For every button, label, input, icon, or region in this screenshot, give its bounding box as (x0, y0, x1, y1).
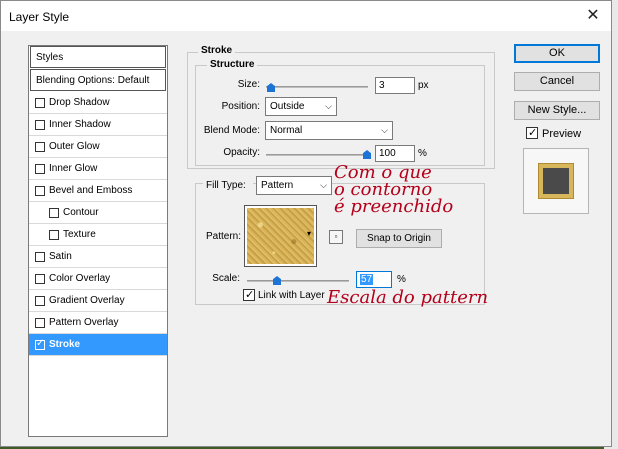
style-item-checkbox[interactable] (49, 208, 59, 218)
style-item-contour[interactable]: Contour (29, 202, 167, 224)
new-style-button[interactable]: New Style... (514, 101, 600, 120)
ok-button[interactable]: OK (514, 44, 600, 63)
pattern-label: Pattern: (205, 231, 241, 242)
new-preset-icon[interactable]: ▫ (329, 230, 343, 244)
style-item-color-overlay[interactable]: Color Overlay (29, 268, 167, 290)
style-item-checkbox[interactable] (35, 142, 45, 152)
style-item-label: Inner Shadow (49, 119, 111, 130)
chevron-down-icon: ⌵ (325, 101, 332, 111)
blending-options-label: Blending Options: Default (36, 75, 150, 86)
position-label: Position: (221, 101, 260, 112)
snap-to-origin-button[interactable]: Snap to Origin (356, 229, 442, 248)
size-input[interactable]: 3 (375, 77, 415, 94)
title-bar[interactable]: Layer Style ✕ (1, 1, 611, 31)
chevron-down-icon: ⌵ (320, 180, 327, 190)
opacity-unit: % (418, 148, 427, 159)
scale-input[interactable]: 57 (356, 271, 392, 288)
style-item-checkbox[interactable] (35, 186, 45, 196)
style-item-label: Drop Shadow (49, 97, 110, 108)
annotation-scale: Escala do pattern (327, 287, 489, 308)
scale-slider-track[interactable] (247, 280, 349, 282)
blend-mode-select[interactable]: Normal ⌵ (265, 121, 393, 140)
cancel-button[interactable]: Cancel (514, 72, 600, 91)
opacity-input[interactable]: 100 (375, 145, 415, 162)
pattern-dropdown-icon[interactable]: ▾ (307, 229, 311, 238)
style-item-checkbox[interactable] (35, 274, 45, 284)
style-item-bevel-and-emboss[interactable]: Bevel and Emboss (29, 180, 167, 202)
style-item-label: Gradient Overlay (49, 295, 125, 306)
style-item-checkbox[interactable] (35, 338, 45, 350)
link-with-layer-label: Link with Layer (258, 290, 325, 301)
annotation-fill-line3: é preenchido (334, 196, 454, 217)
style-item-label: Bevel and Emboss (49, 185, 133, 196)
blend-mode-label: Blend Mode: (203, 125, 260, 136)
opacity-slider-track[interactable] (266, 154, 370, 156)
preview-label: Preview (542, 128, 582, 140)
style-item-label: Inner Glow (49, 163, 98, 174)
style-item-outer-glow[interactable]: Outer Glow (29, 136, 167, 158)
styles-header-label: Styles (36, 52, 64, 63)
style-item-label: Outer Glow (49, 141, 100, 152)
size-unit: px (418, 80, 429, 91)
size-slider-track[interactable] (266, 86, 368, 88)
position-select[interactable]: Outside ⌵ (265, 97, 337, 116)
style-item-label: Texture (63, 229, 96, 240)
chevron-down-icon: ⌵ (381, 125, 388, 135)
style-item-stroke[interactable]: Stroke (29, 334, 167, 356)
style-item-checkbox[interactable] (49, 230, 59, 240)
window-title: Layer Style (9, 10, 70, 24)
style-item-inner-shadow[interactable]: Inner Shadow (29, 114, 167, 136)
style-item-checkbox[interactable] (35, 164, 45, 174)
styles-header[interactable]: Styles (30, 46, 166, 68)
style-item-checkbox[interactable] (35, 120, 45, 130)
style-item-texture[interactable]: Texture (29, 224, 167, 246)
scale-value: 57 (360, 274, 374, 285)
layer-style-dialog: Layer Style ✕ Styles Blending Options: D… (0, 0, 612, 447)
style-list: Styles Blending Options: Default Drop Sh… (28, 45, 168, 437)
style-item-satin[interactable]: Satin (29, 246, 167, 268)
style-item-checkbox[interactable] (35, 296, 45, 306)
scale-label: Scale: (212, 273, 240, 284)
annotation-fill: Com o que o contorno é preenchido (334, 164, 454, 217)
position-value: Outside (270, 101, 305, 112)
style-item-label: Contour (63, 207, 99, 218)
scale-unit: % (397, 274, 406, 285)
blend-mode-value: Normal (270, 125, 303, 136)
style-item-checkbox[interactable] (35, 252, 45, 262)
style-item-label: Satin (49, 251, 72, 262)
size-label: Size: (237, 79, 260, 90)
stroke-title: Stroke (198, 45, 236, 56)
style-item-label: Stroke (49, 339, 81, 350)
preview-thumbnail (539, 164, 573, 198)
fill-type-select[interactable]: Pattern ⌵ (256, 176, 332, 195)
style-item-checkbox[interactable] (35, 98, 45, 108)
preview-checkbox[interactable] (526, 126, 538, 139)
link-with-layer-checkbox[interactable] (243, 288, 255, 301)
style-item-label: Color Overlay (49, 273, 111, 284)
style-preview (523, 148, 589, 214)
fill-type-label: Fill Type: (203, 180, 253, 191)
style-item-checkbox[interactable] (35, 318, 45, 328)
style-item-label: Pattern Overlay (49, 317, 119, 328)
structure-title: Structure (207, 59, 258, 70)
opacity-label: Opacity: (223, 147, 260, 158)
blending-options[interactable]: Blending Options: Default (30, 69, 166, 91)
close-icon[interactable]: ✕ (585, 8, 601, 24)
style-item-pattern-overlay[interactable]: Pattern Overlay (29, 312, 167, 334)
style-item-inner-glow[interactable]: Inner Glow (29, 158, 167, 180)
fill-type-value: Pattern (261, 180, 294, 191)
gold-pattern-swatch (247, 208, 314, 264)
style-item-gradient-overlay[interactable]: Gradient Overlay (29, 290, 167, 312)
style-item-drop-shadow[interactable]: Drop Shadow (29, 92, 167, 114)
